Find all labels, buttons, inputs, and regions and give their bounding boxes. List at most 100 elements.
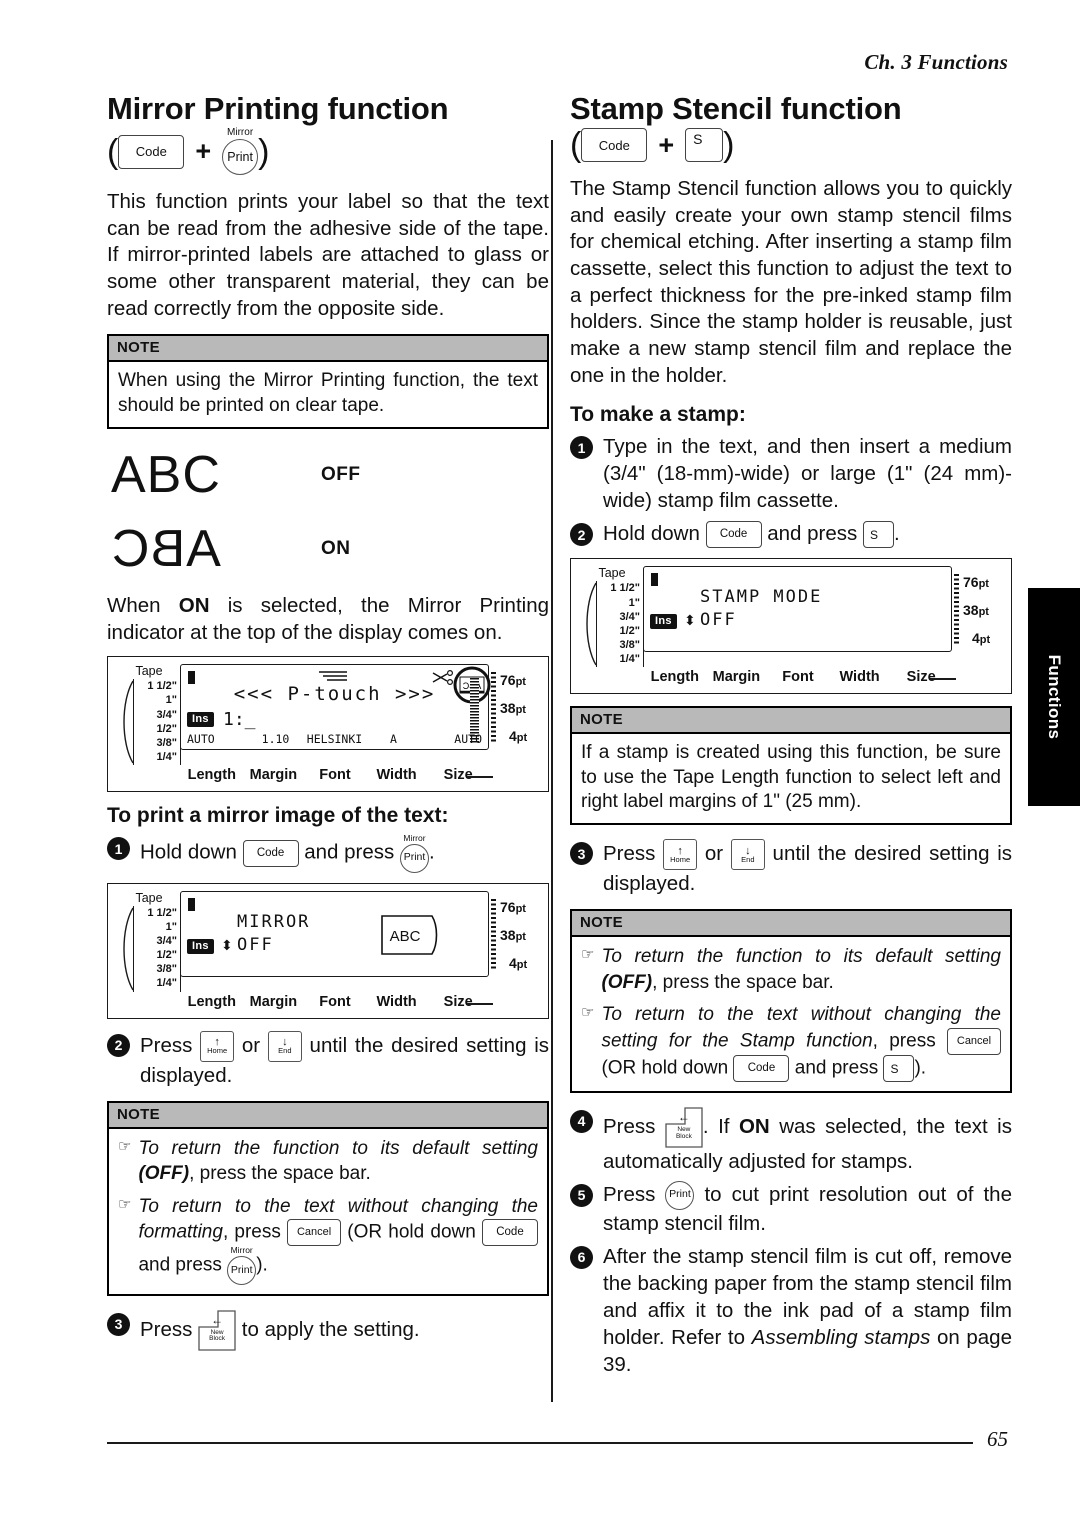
note-text: When using the Mirror Printing function,… <box>118 370 538 416</box>
pt-unit: pt <box>515 902 526 915</box>
pointing-hand-icon: ☞ <box>118 1195 132 1213</box>
code-key: Code <box>481 1219 538 1247</box>
tape-size: 1" <box>165 694 177 707</box>
pt-value: 4 <box>509 954 517 971</box>
note-italic-a: To return the function to its default se… <box>138 1137 538 1159</box>
note-bullet-item: ☞ To return the function to its default … <box>118 1136 538 1187</box>
new-block-key: ← New Block <box>665 1107 703 1148</box>
note-header: NOTE <box>109 1102 547 1129</box>
step-text-mid: . If <box>702 1114 739 1138</box>
side-tab-label: Functions <box>1045 654 1064 740</box>
mirror-indicator-text: When ON is selected, the Mirror Printing… <box>107 593 549 646</box>
print-key: Print <box>399 843 429 873</box>
label-margin: Margin <box>249 767 298 784</box>
pt-size: 76pt <box>500 672 526 688</box>
pt-value: 4 <box>509 728 517 745</box>
lcd-bottom-labels-2: Length Margin Font Width Size <box>181 993 493 1010</box>
step-text: Press Print to cut print resolution out … <box>603 1180 1012 1237</box>
step-text: After the stamp stencil film is cut off,… <box>603 1243 1012 1378</box>
note-box-mirror-clear-tape: NOTE When using the Mirror Printing func… <box>107 334 549 429</box>
label-font: Font <box>319 767 351 784</box>
step-6-stamp: 6 After the stamp stencil film is cut of… <box>570 1243 1012 1378</box>
left-column: Mirror Printing function ( Code + Mirror… <box>107 91 549 1357</box>
step-1-stamp: 1 Type in the text, and then insert a me… <box>570 433 1012 514</box>
pt-value: 38 <box>500 700 516 717</box>
abc-normal-label: OFF <box>321 463 361 485</box>
tape-scale-3: Tape 1 1/2" 1" 3/4" 1/2" 3/8" 1/4" <box>580 566 644 668</box>
end-key-label: End <box>278 1046 292 1056</box>
paren-close: ) <box>723 126 735 165</box>
enter-arrow-icon: ← <box>211 1312 224 1327</box>
pt-unit: pt <box>978 606 989 619</box>
status-margin: 1.10 <box>261 732 290 747</box>
pt-unit: pt <box>516 958 528 971</box>
pt-size: 4pt <box>509 955 527 971</box>
lcd-setting-value: OFF <box>700 610 737 631</box>
print-key-group: Mirror Print <box>227 1245 257 1285</box>
home-key-label: Home <box>207 1046 228 1056</box>
lcd-screen-1: ABC <<< P-touch >>> Ins 1:_ AUTO 1.10 <box>180 664 491 751</box>
tape-title: Tape <box>598 566 626 581</box>
label-length: Length <box>187 767 236 784</box>
tape-size: 1/4" <box>619 653 640 666</box>
column-divider <box>551 140 553 1402</box>
tape-size: 1/4" <box>156 977 177 990</box>
label-preview-icon: ABC <box>381 914 438 955</box>
pt-unit: pt <box>979 634 991 647</box>
ins-indicator: Ins <box>187 938 214 954</box>
stamp-intro-text: The Stamp Stencil function allows you to… <box>570 177 1012 387</box>
pt-size: 38pt <box>963 602 989 618</box>
abc-normal-text: ABC <box>111 445 221 504</box>
point-size-scale-1: 76pt 38pt 4 pt <box>489 664 539 765</box>
point-size-scale-3: 76pt 38pt 4pt <box>952 566 1002 667</box>
lcd-diagram-mirror-off: Tape 1 1/2" 1" 3/4" 1/2" 3/8" 1/4" Ins ⬍… <box>107 882 549 1019</box>
step-text: Type in the text, and then insert a medi… <box>603 435 1012 513</box>
label-font: Font <box>782 669 814 686</box>
ins-indicator: Ins <box>187 712 214 728</box>
lcd-line-number: 1:_ <box>223 709 256 731</box>
tape-scale-2: Tape 1 1/2" 1" 3/4" 1/2" 3/8" 1/4" <box>117 891 181 992</box>
label-width: Width <box>376 993 417 1010</box>
label-font: Font <box>319 993 351 1010</box>
status-font: HELSINKI <box>306 732 363 747</box>
lcd-status-row: AUTO 1.10 HELSINKI A AUTO <box>187 732 482 746</box>
pt-unit: pt <box>515 676 526 689</box>
point-size-scale-2: 76pt 38pt 4pt <box>489 891 539 992</box>
note-text: If a stamp is created using this functio… <box>581 742 1001 813</box>
pt-value: 76 <box>500 672 516 689</box>
pt-size: 38pt <box>500 700 526 716</box>
lcd-bottom-labels-1: Length Margin Font Width Size <box>181 767 493 784</box>
step-4-stamp: 4 Press ← New Block. If ON was selected, t… <box>570 1107 1012 1175</box>
paren-close: ) <box>258 132 270 171</box>
mirror-ind-pre: When <box>107 593 179 617</box>
step-number: 3 <box>107 1312 130 1336</box>
mirror-ind-bold: ON <box>178 593 210 617</box>
new-block-label: New Block <box>198 1329 236 1344</box>
mirror-cap-label: Mirror <box>230 1245 253 1256</box>
tape-size: 1" <box>165 920 177 933</box>
step-number: 1 <box>107 837 130 861</box>
pt-size: 4pt <box>972 630 990 646</box>
tape-size: 1/2" <box>619 624 640 637</box>
status-length: AUTO <box>187 732 215 747</box>
step-number: 2 <box>570 523 593 547</box>
cancel-key: Cancel <box>947 1027 1001 1055</box>
status-size: AUTO <box>454 732 482 747</box>
lcd-setting-name: MIRROR <box>237 911 311 932</box>
end-key: ↓ End <box>730 839 765 871</box>
step-text-mid: or <box>697 842 731 866</box>
pointing-hand-icon: ☞ <box>581 1004 595 1022</box>
step-number: 3 <box>570 842 593 866</box>
tape-size: 1" <box>628 596 640 609</box>
paren-open: ( <box>107 132 119 171</box>
note-box-stamp-margins: NOTE If a stamp is created using this fu… <box>570 706 1012 826</box>
print-key: Print <box>222 139 259 176</box>
note-box-stamp-defaults: NOTE ☞ To return the function to its def… <box>570 909 1012 1093</box>
note-header: NOTE <box>109 336 547 363</box>
label-tail-rule <box>467 1002 493 1005</box>
pt-dotted-line <box>491 898 496 971</box>
tape-scale-1: Tape 1 1/2" 1" 3/4" 1/2" 3/8" 1/4" <box>117 664 181 766</box>
label-size: Size <box>443 767 473 784</box>
step-text: Press ↑ Home or ↓ End until the desired se… <box>603 839 1012 897</box>
lcd-screen-3: Ins ⬍ STAMP MODE OFF <box>643 566 952 653</box>
